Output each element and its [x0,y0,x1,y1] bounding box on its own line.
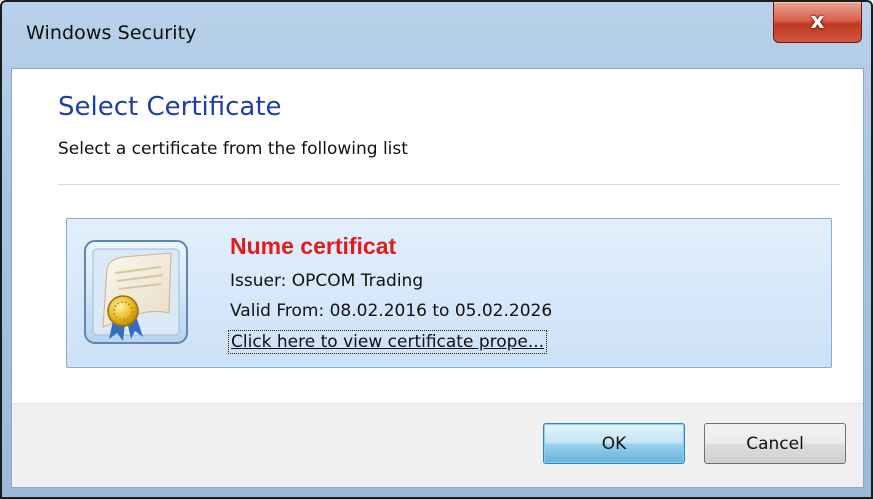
window-title: Windows Security [26,22,197,44]
title-bar[interactable]: Windows Security x [2,2,871,68]
divider [58,184,840,185]
certificate-icon [83,239,189,345]
dialog-content: Select Certificate Select a certificate … [11,68,864,488]
certificate-name: Nume certificat [230,233,397,259]
ok-button[interactable]: OK [543,423,685,464]
button-bar: OK Cancel [12,403,863,487]
dialog-subheading: Select a certificate from the following … [58,139,408,159]
windows-security-dialog: Windows Security x Select Certificate Se… [0,0,873,499]
dialog-heading: Select Certificate [58,92,282,122]
cancel-button[interactable]: Cancel [704,423,846,464]
close-icon: x [810,9,825,34]
certificate-tile[interactable]: Nume certificat Issuer: OPCOM Trading Va… [66,218,832,368]
certificate-validity: Valid From: 08.02.2016 to 05.02.2026 [230,301,553,321]
close-button[interactable]: x [773,2,862,43]
certificate-issuer: Issuer: OPCOM Trading [230,271,424,291]
view-certificate-properties-link[interactable]: Click here to view certificate prope... [227,330,548,354]
